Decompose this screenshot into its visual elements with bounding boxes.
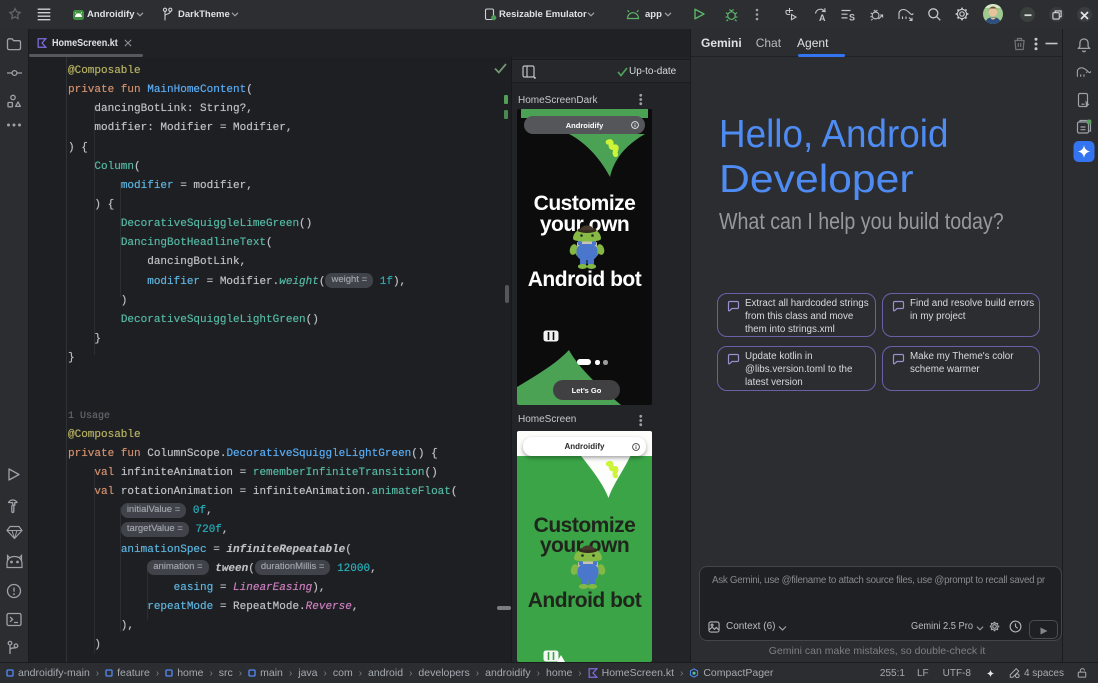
svg-text:A: A: [819, 13, 826, 22]
svg-text:S: S: [849, 13, 855, 22]
